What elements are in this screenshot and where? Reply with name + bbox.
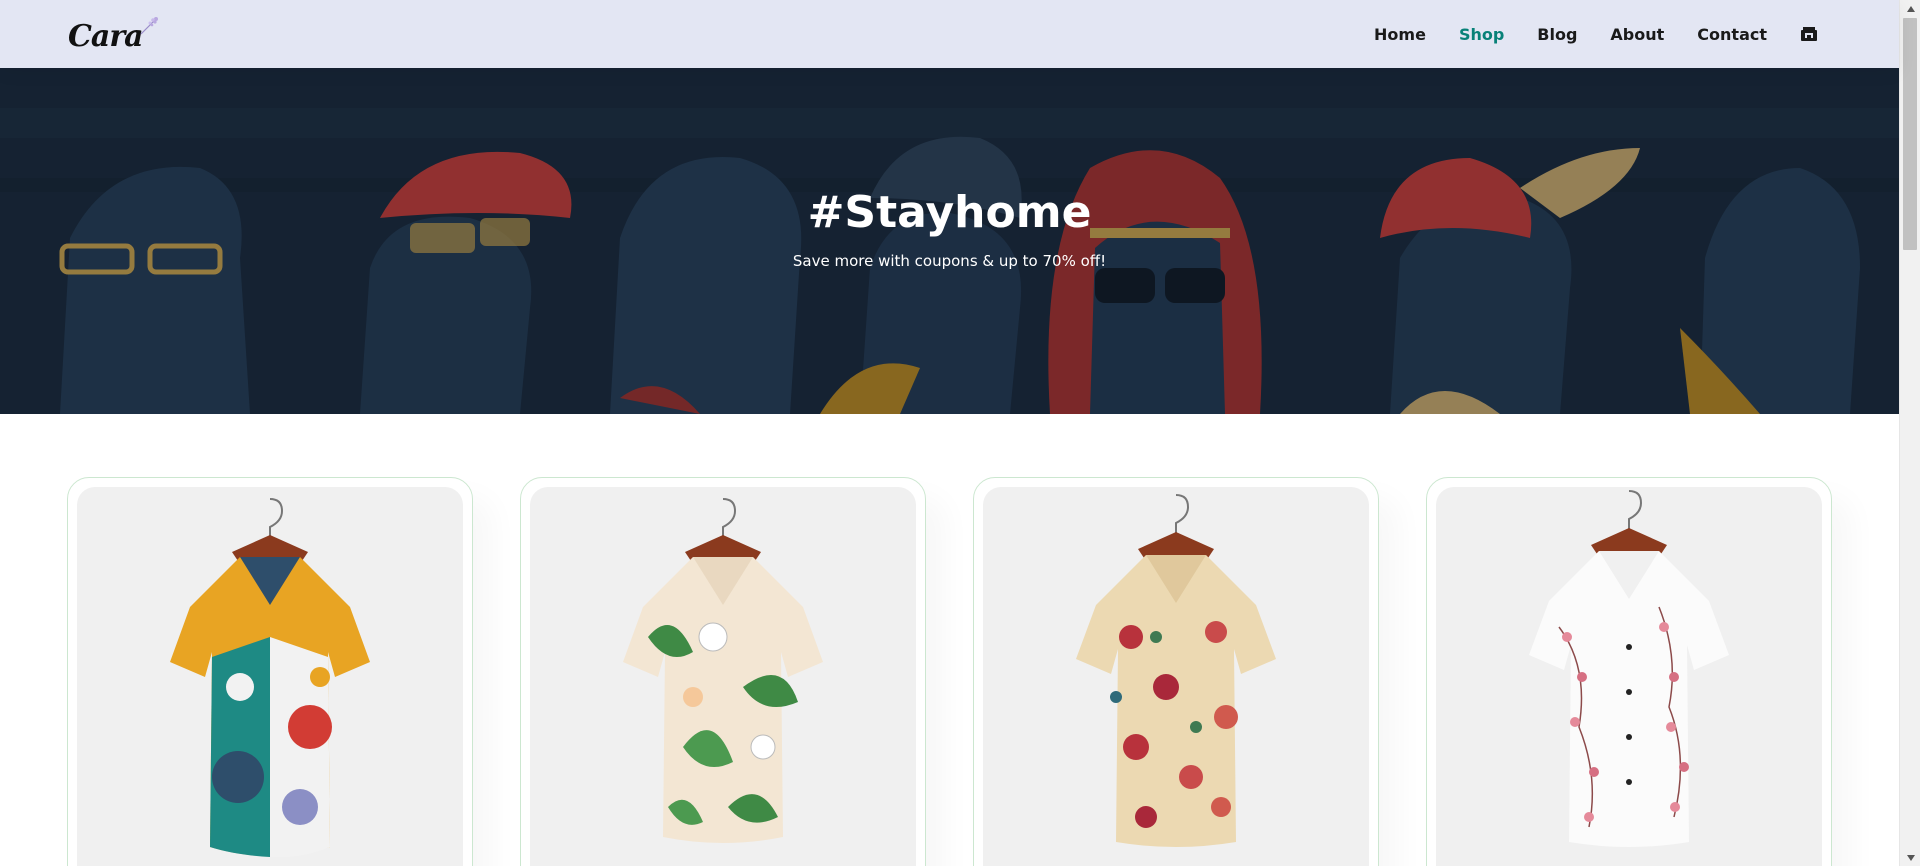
hero-background-illustration: [0, 68, 1899, 414]
nav-item-blog[interactable]: Blog: [1537, 25, 1577, 44]
product-card[interactable]: [973, 477, 1379, 866]
product-image-tropical-floral-shirt[interactable]: [530, 487, 916, 866]
brand-logo[interactable]: Cara: [68, 14, 161, 54]
nav-item-shop[interactable]: Shop: [1459, 25, 1504, 44]
product-image-pink-blossom-shirt[interactable]: [1436, 487, 1822, 866]
product-card[interactable]: [67, 477, 473, 866]
shopping-bag-icon[interactable]: [1799, 24, 1819, 44]
product-grid: [67, 477, 1832, 866]
page-scrollbar[interactable]: [1899, 0, 1920, 866]
nav-item-about[interactable]: About: [1610, 25, 1664, 44]
scroll-down-arrow-icon[interactable]: [1900, 849, 1920, 866]
scroll-up-arrow-icon[interactable]: [1900, 0, 1920, 17]
product-card[interactable]: [520, 477, 926, 866]
hero-banner: #Stayhome Save more with coupons & up to…: [0, 68, 1899, 414]
product-card[interactable]: [1426, 477, 1832, 866]
product-image-rose-floral-shirt[interactable]: [983, 487, 1369, 866]
lavender-icon: [140, 17, 158, 35]
hero-subtitle: Save more with coupons & up to 70% off!: [792, 251, 1107, 270]
hero-title: #Stayhome: [807, 186, 1092, 238]
site-header: Cara Home Shop Blog About Contact: [0, 0, 1899, 68]
main-nav: Home Shop Blog About Contact: [1341, 24, 1819, 44]
nav-item-home[interactable]: Home: [1374, 25, 1426, 44]
nav-list: Home Shop Blog About Contact: [1341, 24, 1819, 44]
product-image-colorful-abstract-shirt[interactable]: [77, 487, 463, 866]
scroll-thumb[interactable]: [1903, 18, 1917, 250]
nav-item-contact[interactable]: Contact: [1697, 25, 1767, 44]
logo-text: Cara: [68, 19, 144, 54]
